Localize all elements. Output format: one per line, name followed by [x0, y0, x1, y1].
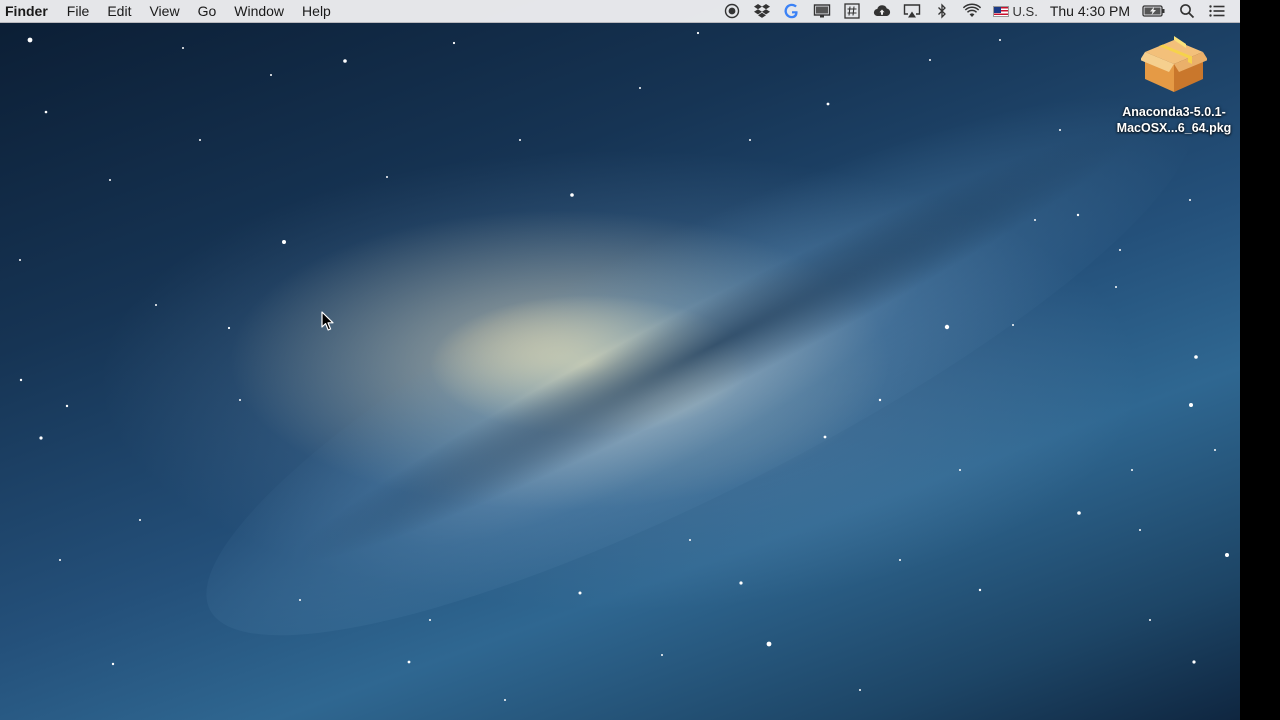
star-field: [19, 31, 1229, 701]
hashtag-icon[interactable]: [843, 3, 861, 19]
airplay-icon[interactable]: [903, 3, 921, 19]
desktop-item-label-line1: Anaconda3-5.0.1-: [1122, 105, 1226, 119]
screen-border: [1240, 0, 1280, 720]
menu-window[interactable]: Window: [225, 0, 293, 23]
battery-charging-icon[interactable]: [1142, 3, 1166, 19]
record-icon[interactable]: [723, 3, 741, 19]
menu-view[interactable]: View: [140, 0, 188, 23]
menu-file[interactable]: File: [58, 0, 99, 23]
notification-center-icon[interactable]: [1208, 3, 1226, 19]
menu-edit[interactable]: Edit: [98, 0, 140, 23]
google-icon[interactable]: [783, 3, 801, 19]
menu-help[interactable]: Help: [293, 0, 340, 23]
spotlight-search-icon[interactable]: [1178, 3, 1196, 19]
input-source-label: U.S.: [1012, 3, 1038, 19]
desktop-item-label: Anaconda3-5.0.1- MacOSX...6_64.pkg: [1117, 104, 1232, 136]
menu-clock[interactable]: Thu 4:30 PM: [1050, 3, 1130, 19]
us-flag-icon: [992, 5, 1009, 17]
menu-app-finder[interactable]: Finder: [0, 0, 58, 23]
dropbox-icon[interactable]: [753, 3, 771, 19]
menu-go[interactable]: Go: [189, 0, 226, 23]
menu-bar: Finder File Edit View Go Window Help U.S…: [0, 0, 1240, 23]
bluetooth-icon[interactable]: [933, 3, 951, 19]
desktop-background[interactable]: [0, 0, 1240, 720]
display-icon[interactable]: [813, 3, 831, 19]
package-icon: [1141, 36, 1207, 92]
wifi-icon[interactable]: [962, 3, 981, 19]
mouse-pointer-icon: [321, 311, 334, 331]
desktop-item-anaconda-pkg[interactable]: Anaconda3-5.0.1- MacOSX...6_64.pkg: [1110, 34, 1238, 136]
input-source-menu[interactable]: U.S.: [992, 3, 1038, 19]
cloud-upload-icon[interactable]: [873, 3, 891, 19]
desktop-item-label-line2: MacOSX...6_64.pkg: [1116, 121, 1232, 135]
